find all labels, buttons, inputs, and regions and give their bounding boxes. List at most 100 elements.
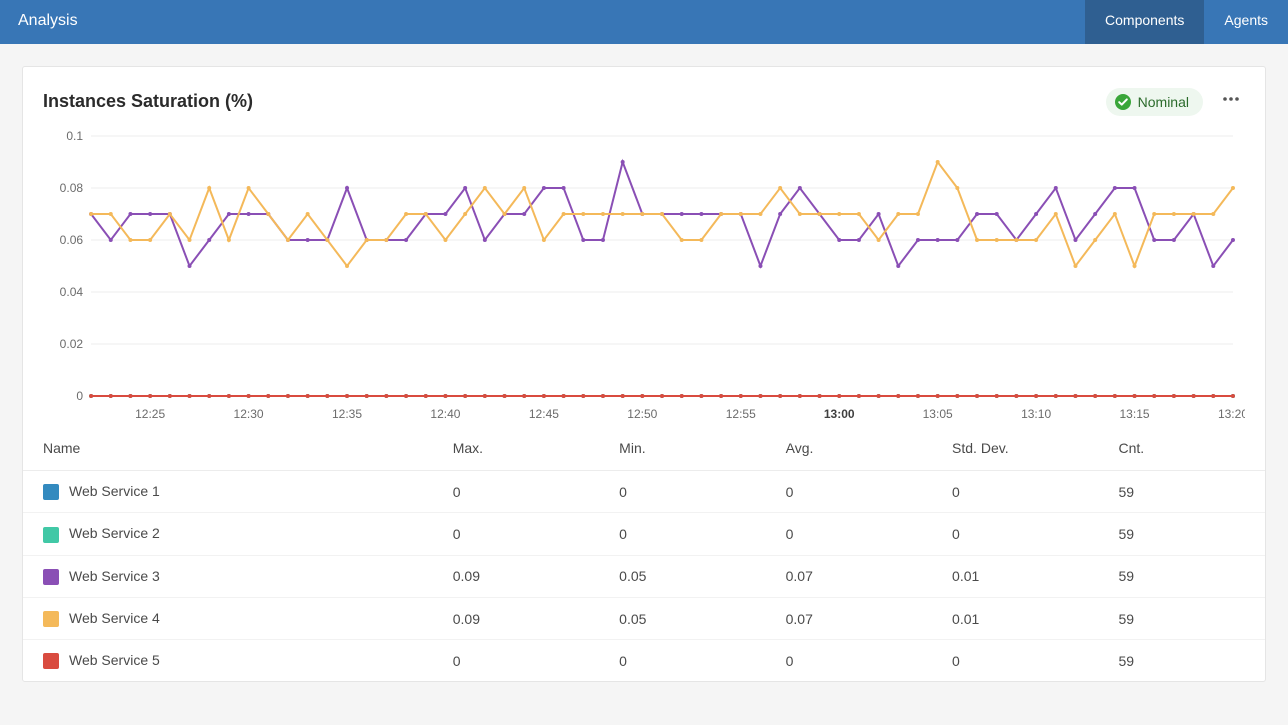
series-point xyxy=(640,394,644,398)
series-point xyxy=(877,212,881,216)
cell-avg: 0.07 xyxy=(766,597,932,639)
series-point xyxy=(1113,394,1117,398)
series-point xyxy=(128,212,132,216)
x-tick-label: 12:35 xyxy=(332,407,362,421)
series-point xyxy=(837,238,841,242)
series-point xyxy=(562,212,566,216)
more-menu-button[interactable] xyxy=(1217,85,1245,118)
series-point xyxy=(995,394,999,398)
series-point xyxy=(89,212,93,216)
table-header-cnt[interactable]: Cnt. xyxy=(1098,426,1265,471)
series-point xyxy=(1133,394,1137,398)
series-point xyxy=(345,264,349,268)
series-point xyxy=(168,394,172,398)
line-chart[interactable]: 00.020.040.060.080.112:2512:3012:3512:40… xyxy=(43,126,1245,426)
table-header-avg[interactable]: Avg. xyxy=(766,426,932,471)
series-point xyxy=(798,394,802,398)
series-point xyxy=(837,394,841,398)
series-point xyxy=(109,212,113,216)
y-tick-label: 0.04 xyxy=(60,285,84,299)
series-point xyxy=(207,186,211,190)
y-tick-label: 0.06 xyxy=(60,233,84,247)
cell-cnt: 59 xyxy=(1098,555,1265,597)
series-point xyxy=(857,212,861,216)
series-point xyxy=(463,186,467,190)
series-point xyxy=(266,394,270,398)
series-point xyxy=(365,238,369,242)
series-point xyxy=(601,238,605,242)
series-point xyxy=(562,394,566,398)
series-point xyxy=(1073,238,1077,242)
series-point xyxy=(818,394,822,398)
tab-agents[interactable]: Agents xyxy=(1204,0,1288,44)
tab-components[interactable]: Components xyxy=(1085,0,1204,44)
x-tick-label: 12:50 xyxy=(627,407,657,421)
x-tick-label: 12:45 xyxy=(529,407,559,421)
table-header-name[interactable]: Name xyxy=(23,426,433,471)
cell-cnt: 59 xyxy=(1098,640,1265,682)
table-header-row: NameMax.Min.Avg.Std. Dev.Cnt. xyxy=(23,426,1265,471)
series-point xyxy=(995,238,999,242)
series-name: Web Service 4 xyxy=(69,610,160,626)
status-badge: Nominal xyxy=(1106,88,1203,116)
series-point xyxy=(640,212,644,216)
series-point xyxy=(109,238,113,242)
series-swatch xyxy=(43,569,59,585)
series-point xyxy=(443,212,447,216)
series-point xyxy=(286,238,290,242)
table-header-max[interactable]: Max. xyxy=(433,426,599,471)
table-row[interactable]: Web Service 40.090.050.070.0159 xyxy=(23,597,1265,639)
series-point xyxy=(542,238,546,242)
table-body: Web Service 1000059Web Service 2000059We… xyxy=(23,471,1265,682)
series-point xyxy=(896,394,900,398)
series-point xyxy=(758,394,762,398)
series-point xyxy=(188,264,192,268)
table-row[interactable]: Web Service 30.090.050.070.0159 xyxy=(23,555,1265,597)
cell-std: 0 xyxy=(932,640,1098,682)
series-point xyxy=(522,394,526,398)
table-row[interactable]: Web Service 2000059 xyxy=(23,513,1265,555)
table-row[interactable]: Web Service 1000059 xyxy=(23,471,1265,513)
series-point xyxy=(503,212,507,216)
table-header-min[interactable]: Min. xyxy=(599,426,765,471)
series-point xyxy=(404,238,408,242)
series-point xyxy=(739,212,743,216)
table-row[interactable]: Web Service 5000059 xyxy=(23,640,1265,682)
series-point xyxy=(581,212,585,216)
series-point xyxy=(1113,186,1117,190)
series-point xyxy=(896,264,900,268)
series-point xyxy=(1034,394,1038,398)
series-point xyxy=(857,238,861,242)
series-point xyxy=(621,394,625,398)
page-title: Analysis xyxy=(0,0,1085,44)
series-point xyxy=(1014,394,1018,398)
table-header-stddev[interactable]: Std. Dev. xyxy=(932,426,1098,471)
series-point xyxy=(325,394,329,398)
series-point xyxy=(384,394,388,398)
series-point xyxy=(857,394,861,398)
series-point xyxy=(1014,238,1018,242)
series-point xyxy=(1231,186,1235,190)
series-point xyxy=(936,238,940,242)
series-point xyxy=(936,160,940,164)
series-point xyxy=(680,238,684,242)
series-swatch xyxy=(43,527,59,543)
series-point xyxy=(1211,264,1215,268)
series-point xyxy=(1054,394,1058,398)
series-point xyxy=(463,394,467,398)
series-name: Web Service 1 xyxy=(69,483,160,499)
series-name: Web Service 3 xyxy=(69,568,160,584)
series-point xyxy=(1192,394,1196,398)
series-point xyxy=(955,394,959,398)
series-point xyxy=(227,212,231,216)
topbar-nav: ComponentsAgents xyxy=(1085,0,1288,44)
topbar: Analysis ComponentsAgents xyxy=(0,0,1288,44)
cell-avg: 0 xyxy=(766,640,932,682)
cell-max: 0 xyxy=(433,471,599,513)
series-point xyxy=(719,394,723,398)
series-point xyxy=(1133,264,1137,268)
series-point xyxy=(424,212,428,216)
series-point xyxy=(286,394,290,398)
cell-name: Web Service 2 xyxy=(23,513,433,555)
series-point xyxy=(916,212,920,216)
